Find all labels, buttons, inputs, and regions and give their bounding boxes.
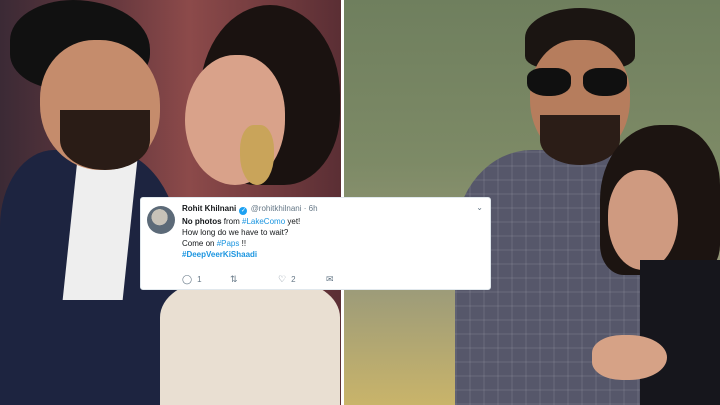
tweet-line-4: #DeepVeerKiShaadi [182, 249, 482, 260]
sunglasses-shape [527, 68, 629, 98]
tweet-line-3: Come on #Paps !! [182, 238, 482, 249]
text-segment: yet! [285, 217, 301, 226]
message-button[interactable]: ✉ [326, 274, 339, 285]
woman-dress-shape [160, 280, 340, 405]
woman-face-shape [608, 170, 678, 270]
avatar[interactable] [147, 206, 175, 234]
man-beard-shape [60, 110, 150, 170]
hashtag-link[interactable]: #LakeComo [242, 217, 285, 226]
tweet-text: No photos from #LakeComo yet! How long d… [182, 216, 482, 260]
text-emphasis: No photos [182, 217, 222, 226]
retweet-button[interactable]: ⇅ [230, 274, 243, 285]
tweet-header: Rohit Khilnani ✓ @rohitkhilnani · 6h [182, 204, 318, 215]
heart-icon: ♡ [278, 274, 287, 284]
display-name[interactable]: Rohit Khilnani [182, 204, 236, 213]
like-button[interactable]: ♡ 2 [278, 274, 296, 285]
tweet-line-2: How long do we have to wait? [182, 228, 289, 237]
hand-shape [592, 335, 667, 380]
like-count: 2 [291, 275, 296, 284]
tweet-line-1: No photos from #LakeComo yet! [182, 216, 482, 227]
hashtag-link[interactable]: #DeepVeerKiShaadi [182, 250, 257, 259]
man-beard-shape [540, 115, 620, 165]
tweet-time[interactable]: 6h [309, 204, 318, 213]
reply-icon: ◯ [182, 274, 193, 284]
reply-count: 1 [197, 275, 202, 284]
envelope-icon: ✉ [326, 274, 334, 284]
text-segment: !! [239, 239, 247, 248]
woman-coat-shape [640, 260, 720, 405]
user-handle[interactable]: @rohitkhilnani [251, 204, 302, 213]
verified-badge-icon: ✓ [239, 207, 248, 215]
tweet-card[interactable]: Rohit Khilnani ✓ @rohitkhilnani · 6h ⌄ N… [140, 197, 491, 290]
reply-button[interactable]: ◯ 1 [182, 274, 202, 285]
separator: · [303, 204, 307, 213]
chevron-down-icon[interactable]: ⌄ [476, 203, 483, 212]
earring-shape [240, 125, 274, 185]
hashtag-link[interactable]: #Paps [217, 239, 240, 248]
text-segment: Come on [182, 239, 217, 248]
text-segment: from [221, 217, 242, 226]
retweet-icon: ⇅ [230, 274, 238, 284]
